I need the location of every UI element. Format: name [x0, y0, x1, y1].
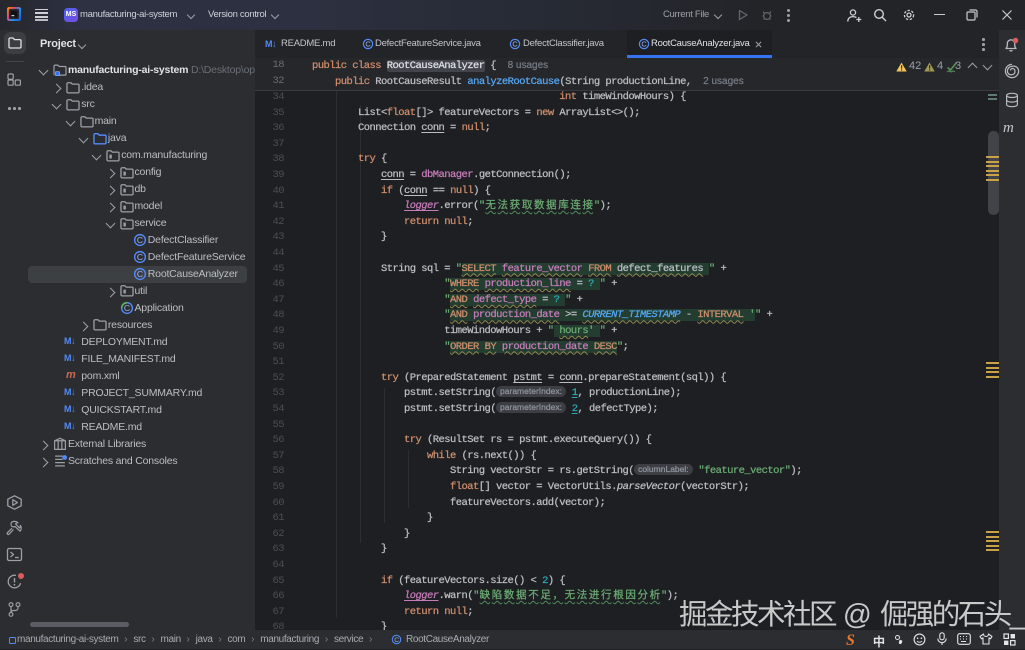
- svg-text:C: C: [365, 40, 371, 49]
- svg-text:C: C: [394, 636, 399, 643]
- svg-text:C: C: [123, 303, 129, 313]
- svg-text:C: C: [137, 235, 143, 245]
- svg-text:C: C: [512, 40, 518, 49]
- svg-text:C: C: [137, 269, 143, 279]
- svg-text:C: C: [641, 40, 647, 49]
- svg-text:C: C: [137, 252, 143, 262]
